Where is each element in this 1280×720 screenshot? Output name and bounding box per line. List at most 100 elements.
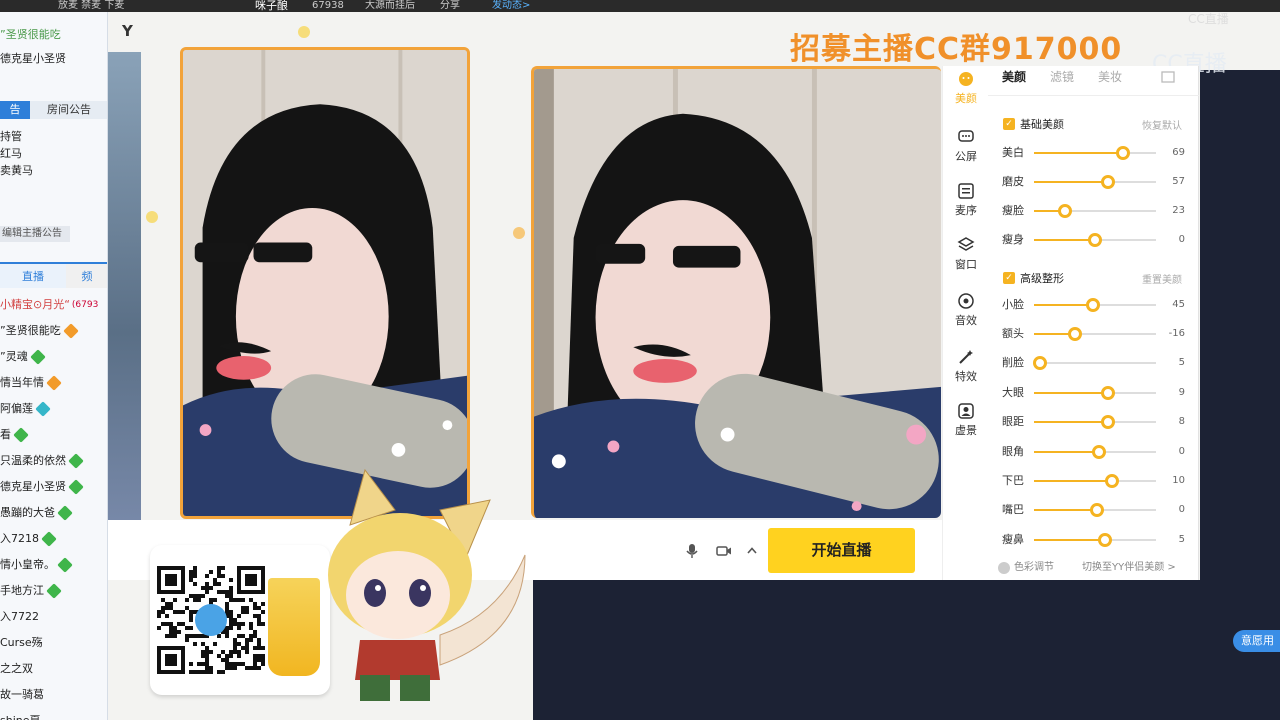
color-adjust-link[interactable]: 色彩调节 — [1014, 556, 1054, 580]
chat-list-item[interactable]: 手地方江 — [0, 578, 107, 604]
microphone-icon[interactable] — [683, 542, 701, 560]
flower-icon — [146, 211, 158, 223]
tab-room-notice[interactable]: 房间公告 — [30, 101, 107, 119]
restore-default-link[interactable]: 恢复默认 — [1142, 117, 1182, 132]
slider-thumb[interactable] — [1105, 474, 1120, 488]
camera-icon[interactable] — [715, 542, 733, 560]
slider-fill — [1034, 392, 1109, 394]
slider-track[interactable] — [1034, 503, 1156, 517]
level-badge-icon — [13, 427, 29, 443]
slider-label: 瘦脸 — [1002, 204, 1024, 217]
slider-track[interactable] — [1034, 533, 1156, 547]
checkbox-icon[interactable]: ✓ — [1003, 272, 1015, 284]
slider-track[interactable] — [1034, 204, 1156, 218]
slider-thumb[interactable] — [1091, 445, 1106, 459]
level-badge-icon — [57, 505, 73, 521]
chat-list-item[interactable]: 故一骑葛 — [0, 682, 107, 708]
chat-list-item[interactable]: 之之双 — [0, 656, 107, 682]
tool-label: 窗口 — [955, 258, 977, 271]
slider-thumb[interactable] — [1101, 415, 1116, 429]
tab-channel[interactable]: 频 — [66, 264, 107, 288]
chat-list-item[interactable]: 小精宝⊙月光“ (6793 — [0, 292, 107, 318]
tool-chat[interactable]: 公屏 — [943, 128, 989, 164]
chat-list-item[interactable]: shine夏 — [0, 708, 107, 720]
slider-value: 9 — [1178, 387, 1185, 398]
slider-fill — [1034, 152, 1124, 154]
chat-user-name: 只温柔的依然 — [0, 454, 66, 467]
slider-track[interactable] — [1034, 233, 1156, 247]
tool-list[interactable]: 麦序 — [943, 182, 989, 218]
slider-track[interactable] — [1034, 175, 1156, 189]
slider-thumb[interactable] — [1085, 298, 1100, 312]
chat-list-item[interactable]: 情当年情 — [0, 370, 107, 396]
slider-track[interactable] — [1034, 327, 1156, 341]
slider-track[interactable] — [1034, 445, 1156, 459]
level-badge-icon — [57, 557, 73, 573]
start-stream-button[interactable]: 开始直播 — [768, 528, 915, 573]
slider-thumb[interactable] — [1033, 356, 1048, 370]
level-badge-icon — [29, 349, 46, 365]
expand-icon[interactable] — [1160, 69, 1176, 85]
tool-sound[interactable]: 音效 — [943, 292, 989, 328]
chat-list-item[interactable]: 入7722 — [0, 604, 107, 630]
tool-virtual-bg[interactable]: 虚景 — [943, 402, 989, 438]
chat-list-item[interactable]: ”灵魂 — [0, 344, 107, 370]
caret-up-icon[interactable] — [743, 542, 761, 560]
side-video-strip — [108, 52, 141, 520]
slider-row: 小脸 45 — [1002, 297, 1187, 313]
reset-beauty-link[interactable]: 重置美颜 — [1142, 271, 1182, 286]
advanced-shape-header[interactable]: ✓ 高级整形 — [1003, 270, 1064, 286]
slider-value: 10 — [1172, 475, 1185, 486]
post-dynamic-link[interactable]: 发动态> — [492, 0, 530, 12]
slider-thumb[interactable] — [1090, 503, 1105, 517]
slider-thumb[interactable] — [1068, 327, 1083, 341]
slider-value: 8 — [1178, 416, 1185, 427]
slider-track[interactable] — [1034, 298, 1156, 312]
layers-icon — [957, 237, 975, 251]
tab-makeup[interactable]: 美妆 — [1098, 68, 1122, 85]
mic-controls-text[interactable]: 放麦 禁麦 下麦 — [58, 0, 124, 12]
slider-thumb[interactable] — [1088, 233, 1102, 247]
slider-thumb[interactable] — [1097, 533, 1112, 547]
level-badge-icon — [35, 401, 51, 417]
slider-track[interactable] — [1034, 146, 1156, 160]
tab-filter[interactable]: 滤镜 — [1050, 68, 1074, 85]
level-badge-icon — [68, 479, 84, 495]
tab-beauty[interactable]: 美颜 — [1002, 68, 1026, 85]
chat-user-name: 故一骑葛 — [0, 688, 44, 701]
chat-list-item[interactable]: ”圣贤很能吃 — [0, 318, 107, 344]
slider-thumb[interactable] — [1101, 175, 1116, 189]
chat-user-name: ”圣贤很能吃 — [0, 324, 61, 337]
slider-track[interactable] — [1034, 474, 1156, 488]
tool-magic[interactable]: 特效 — [943, 348, 989, 384]
tab-live[interactable]: 直播 — [0, 264, 66, 288]
slider-track[interactable] — [1034, 386, 1156, 400]
slider-value: 5 — [1178, 534, 1185, 545]
slider-thumb[interactable] — [1057, 204, 1072, 218]
edit-notice-button[interactable]: 编辑主播公告 — [0, 226, 70, 242]
chat-list-item[interactable]: 看 — [0, 422, 107, 448]
chat-list-item[interactable]: 德克星小圣贤 — [0, 474, 107, 500]
basic-beauty-header[interactable]: ✓ 基础美颜 — [1003, 116, 1064, 132]
chat-list-item[interactable]: 只温柔的依然 — [0, 448, 107, 474]
checkbox-icon[interactable]: ✓ — [1003, 118, 1015, 130]
feedback-button[interactable]: 意愿用 — [1233, 630, 1280, 652]
admin-item: 红马 — [0, 147, 22, 160]
chat-list-item[interactable]: Curse殇 — [0, 630, 107, 656]
slider-thumb[interactable] — [1101, 386, 1116, 400]
slider-track[interactable] — [1033, 356, 1156, 370]
tool-beauty[interactable]: 美颜 — [943, 70, 989, 106]
slider-fill — [1034, 181, 1109, 183]
chat-list-item[interactable]: 情小皇帝。 — [0, 552, 107, 578]
chat-list-item[interactable]: 阿偏莲 — [0, 396, 107, 422]
chat-list-item[interactable]: 愚蹦的大爸 — [0, 500, 107, 526]
share-link[interactable]: 分享 — [440, 0, 460, 12]
slider-track[interactable] — [1034, 415, 1156, 429]
tool-layers[interactable]: 窗口 — [943, 236, 989, 272]
switch-yy-beauty-link[interactable]: 切换至YY伴侣美颜 > — [1082, 556, 1176, 580]
tab-notice[interactable]: 告 — [0, 101, 30, 119]
slider-row: 瘦身 0 — [1002, 232, 1187, 248]
chat-sidebar: ”圣贤很能吃 德克星小圣贤 告 房间公告 持管 红马 卖黄马 编辑主播公告 直播… — [0, 12, 108, 720]
slider-thumb[interactable] — [1116, 146, 1131, 160]
chat-list-item[interactable]: 入7218 — [0, 526, 107, 552]
